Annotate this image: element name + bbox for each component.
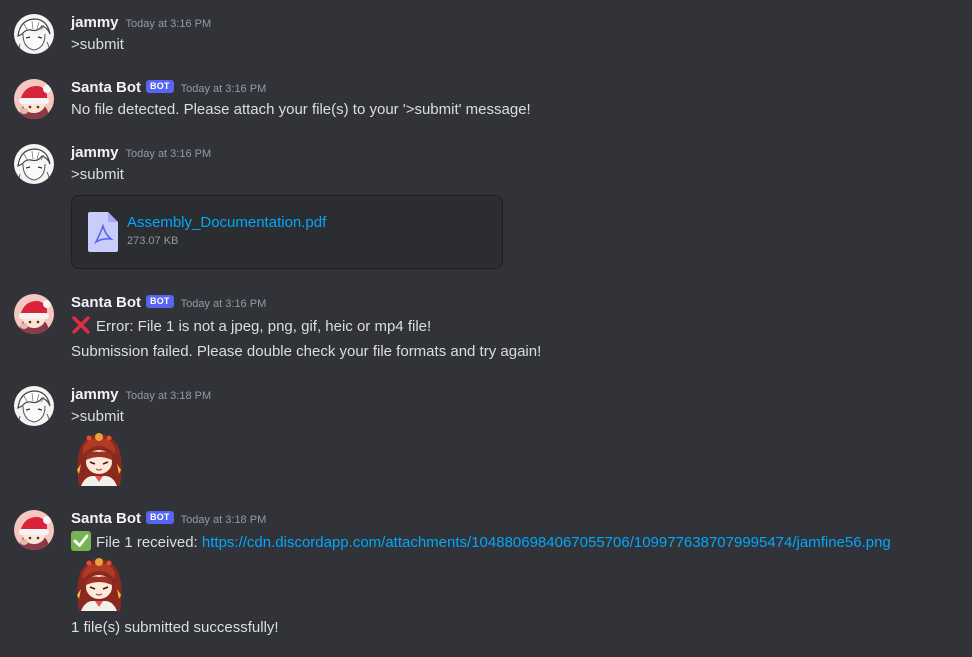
jammy-avatar-image [14,14,54,54]
jammy-avatar-image [14,144,54,184]
message-header: Santa Bot BOT Today at 3:16 PM [71,78,266,98]
avatar[interactable] [14,79,54,119]
bot-badge: BOT [146,295,174,308]
timestamp[interactable]: Today at 3:18 PM [181,514,267,526]
santa-bot-avatar-image [14,294,54,334]
error-text: Error: File 1 is not a jpeg, png, gif, h… [96,318,432,335]
bot-badge: BOT [146,511,174,524]
success-text: 1 file(s) submitted successfully! [71,619,279,636]
message-text: No file detected. Please attach your fil… [71,101,531,118]
author-name[interactable]: Santa Bot [71,510,141,527]
timestamp[interactable]: Today at 3:16 PM [126,148,212,160]
failure-text: Submission failed. Please double check y… [71,343,542,360]
message-text: >submit [71,408,124,425]
timestamp[interactable]: Today at 3:18 PM [126,390,212,402]
avatar[interactable] [14,386,54,426]
received-line: File 1 received: https://cdn.discordapp.… [71,531,891,553]
timestamp[interactable]: Today at 3:16 PM [181,83,267,95]
file-attachment[interactable]: Assembly_Documentation.pdf 273.07 KB [71,195,503,269]
message-header: jammy Today at 3:16 PM [71,13,211,33]
message-header: Santa Bot BOT Today at 3:16 PM [71,293,266,313]
message-text: >submit [71,166,124,183]
bot-badge: BOT [146,80,174,93]
timestamp[interactable]: Today at 3:16 PM [126,18,212,30]
message-header: jammy Today at 3:16 PM [71,143,211,163]
red-x-icon [72,316,90,334]
received-text: File 1 received: [96,534,202,551]
green-check-icon [71,531,91,551]
file-size: 273.07 KB [127,235,179,247]
message-header: Santa Bot BOT Today at 3:18 PM [71,509,266,529]
author-name[interactable]: jammy [71,386,119,403]
embedded-image[interactable] [71,555,127,611]
jammy-avatar-image [14,386,54,426]
avatar[interactable] [14,144,54,184]
author-name[interactable]: jammy [71,144,119,161]
error-line: Error: File 1 is not a jpeg, png, gif, h… [71,315,431,337]
author-name[interactable]: Santa Bot [71,79,141,96]
avatar[interactable] [14,294,54,334]
avatar[interactable] [14,14,54,54]
timestamp[interactable]: Today at 3:16 PM [181,298,267,310]
santa-bot-avatar-image [14,79,54,119]
santa-bot-avatar-image [14,510,54,550]
avatar[interactable] [14,510,54,550]
attached-image[interactable] [71,430,127,486]
message-text: >submit [71,36,124,53]
author-name[interactable]: Santa Bot [71,294,141,311]
file-name-link[interactable]: Assembly_Documentation.pdf [127,214,326,231]
author-name[interactable]: jammy [71,14,119,31]
message-header: jammy Today at 3:18 PM [71,385,211,405]
pdf-file-icon [88,212,118,252]
attachment-link[interactable]: https://cdn.discordapp.com/attachments/1… [202,534,891,551]
